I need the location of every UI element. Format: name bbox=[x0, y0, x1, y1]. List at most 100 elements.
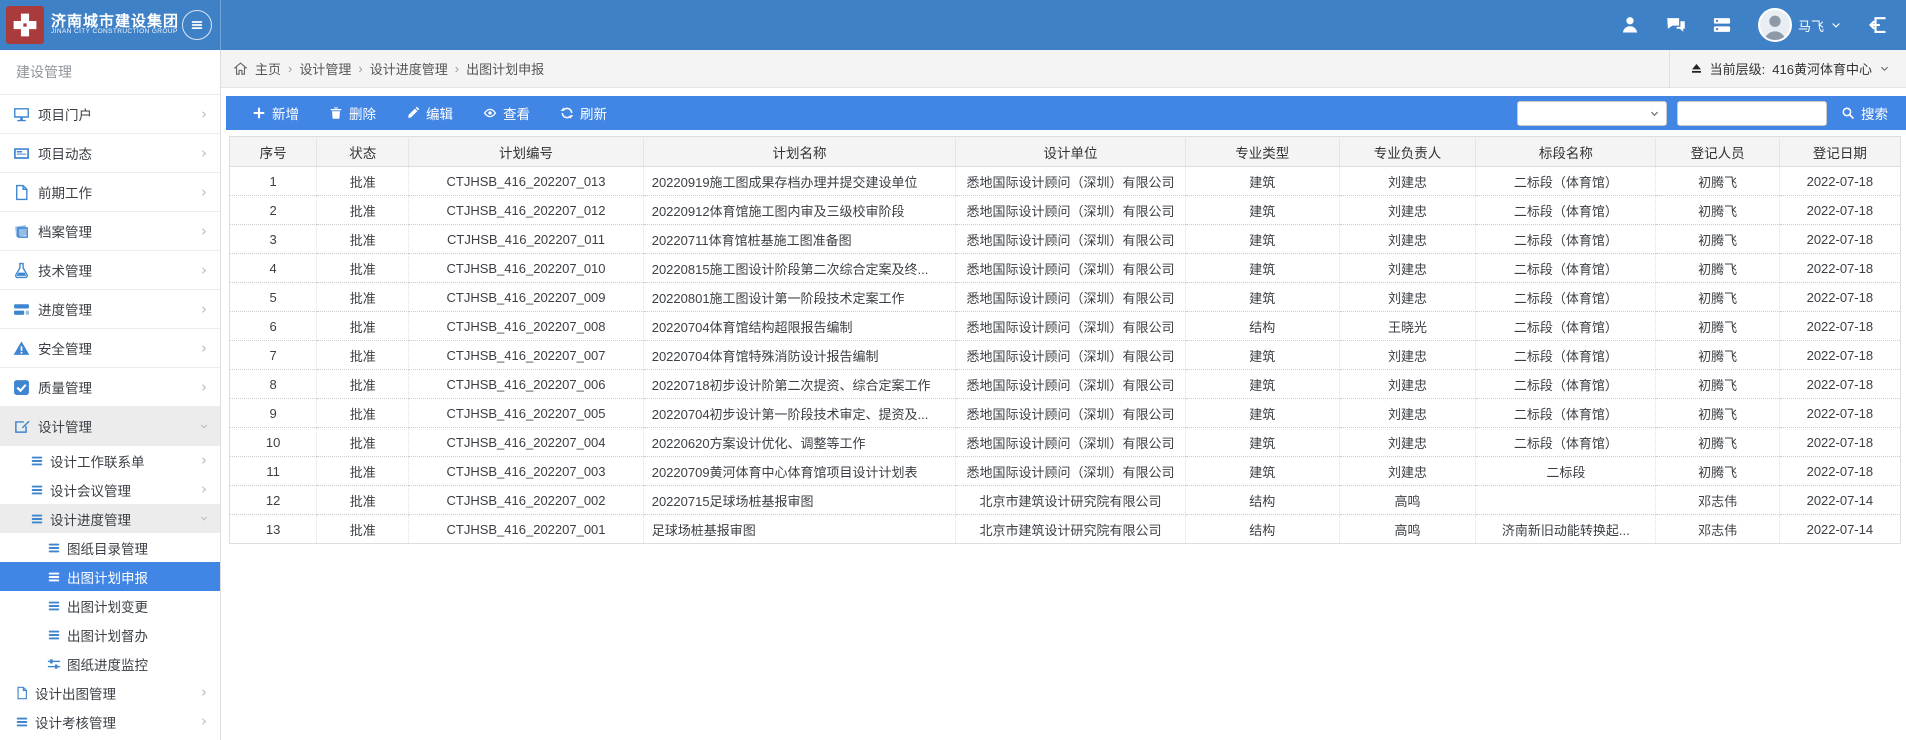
table-cell: 高鸣 bbox=[1339, 515, 1475, 544]
table-row[interactable]: 11批准CTJHSB_416_202207_00320220709黄河体育中心体… bbox=[230, 457, 1901, 486]
sidebar-item-drawing-plan-change[interactable]: 出图计划变更 bbox=[0, 591, 220, 620]
sidebar: 建设管理 项目门户›项目动态›前期工作›档案管理›技术管理›进度管理›安全管理›… bbox=[0, 50, 221, 740]
sidebar-item-drawing-catalog-mgmt[interactable]: 图纸目录管理 bbox=[0, 533, 220, 562]
user-icon[interactable] bbox=[1620, 15, 1640, 35]
sidebar-item-label: 图纸目录管理 bbox=[67, 538, 148, 558]
sidebar-item-progress-mgmt[interactable]: 进度管理› bbox=[0, 290, 220, 329]
table-cell: 2022-07-18 bbox=[1779, 370, 1900, 399]
table-cell: 20220801施工图设计第一阶段技术定案工作 bbox=[643, 283, 956, 312]
lines-icon bbox=[47, 599, 61, 613]
table-cell: 二标段（体育馆） bbox=[1476, 399, 1656, 428]
current-level-value: 416黄河体育中心 bbox=[1772, 59, 1872, 78]
logout-icon[interactable] bbox=[1868, 15, 1888, 35]
toolbar: 新增删除编辑查看刷新 搜索 bbox=[226, 96, 1906, 130]
table-cell: 邓志伟 bbox=[1656, 486, 1779, 515]
table-cell: 悉地国际设计顾问（深圳）有限公司 bbox=[956, 370, 1185, 399]
sidebar-item-label: 图纸进度监控 bbox=[67, 654, 148, 674]
table-row[interactable]: 7批准CTJHSB_416_202207_00720220704体育馆特殊消防设… bbox=[230, 341, 1901, 370]
table-cell: 二标段（体育馆） bbox=[1476, 370, 1656, 399]
chevron-right-icon: › bbox=[201, 482, 207, 497]
breadcrumb-item[interactable]: 设计管理 bbox=[299, 59, 351, 78]
sidebar-item-drawing-plan-supervise[interactable]: 出图计划督办 bbox=[0, 620, 220, 649]
table-cell: 批准 bbox=[317, 399, 409, 428]
sidebar-item-label: 出图计划变更 bbox=[67, 596, 148, 616]
table-row[interactable]: 3批准CTJHSB_416_202207_01120220711体育馆桩基施工图… bbox=[230, 225, 1901, 254]
table-cell: 二标段 bbox=[1476, 457, 1656, 486]
sidebar-item-technology-mgmt[interactable]: 技术管理› bbox=[0, 251, 220, 290]
refresh-button[interactable]: 刷新 bbox=[550, 97, 617, 129]
column-header: 计划编号 bbox=[409, 137, 643, 167]
table-row[interactable]: 5批准CTJHSB_416_202207_00920220801施工图设计第一阶… bbox=[230, 283, 1901, 312]
lines-icon bbox=[30, 483, 44, 497]
table-cell: 建筑 bbox=[1185, 341, 1339, 370]
table-cell: 刘建忠 bbox=[1339, 457, 1475, 486]
sidebar-item-drawing-progress-monitor[interactable]: 图纸进度监控 bbox=[0, 649, 220, 678]
table-cell: CTJHSB_416_202207_008 bbox=[409, 312, 643, 341]
user-menu[interactable]: 马飞 bbox=[1758, 8, 1842, 42]
table-cell: CTJHSB_416_202207_007 bbox=[409, 341, 643, 370]
sidebar-item-safety-mgmt[interactable]: 安全管理› bbox=[0, 329, 220, 368]
sidebar-menu: 项目门户›项目动态›前期工作›档案管理›技术管理›进度管理›安全管理›质量管理›… bbox=[0, 95, 220, 736]
add-button[interactable]: 新增 bbox=[242, 97, 309, 129]
sidebar-item-design-contact-sheet[interactable]: 设计工作联系单› bbox=[0, 446, 220, 475]
table-cell: 批准 bbox=[317, 283, 409, 312]
search-button[interactable]: 搜索 bbox=[1837, 97, 1892, 129]
table-cell: 批准 bbox=[317, 457, 409, 486]
sidebar-item-design-output-mgmt[interactable]: 设计出图管理› bbox=[0, 678, 220, 707]
sidebar-item-label: 设计出图管理 bbox=[35, 683, 116, 703]
edit-button[interactable]: 编辑 bbox=[396, 97, 463, 129]
table-cell: 王晓光 bbox=[1339, 312, 1475, 341]
chevron-down-icon: › bbox=[197, 423, 212, 429]
sidebar-item-project-news[interactable]: 项目动态› bbox=[0, 134, 220, 173]
username[interactable]: 马飞 bbox=[1798, 16, 1824, 35]
avatar[interactable] bbox=[1758, 8, 1792, 42]
table-cell: 初腾飞 bbox=[1656, 428, 1779, 457]
apps-icon[interactable] bbox=[1712, 15, 1732, 35]
sidebar-item-preliminary-work[interactable]: 前期工作› bbox=[0, 173, 220, 212]
table-row[interactable]: 12批准CTJHSB_416_202207_00220220715足球场桩基报审… bbox=[230, 486, 1901, 515]
breadcrumb-item[interactable]: 主页 bbox=[255, 59, 281, 78]
table-cell: 初腾飞 bbox=[1656, 254, 1779, 283]
sidebar-item-archives-mgmt[interactable]: 档案管理› bbox=[0, 212, 220, 251]
sidebar-item-design-meeting-mgmt[interactable]: 设计会议管理 › bbox=[0, 475, 220, 504]
table-cell: 2 bbox=[230, 196, 317, 225]
table-row[interactable]: 10批准CTJHSB_416_202207_00420220620方案设计优化、… bbox=[230, 428, 1901, 457]
sidebar-item-design-progress-mgmt[interactable]: 设计进度管理› bbox=[0, 504, 220, 533]
table-cell: 批准 bbox=[317, 254, 409, 283]
message-icon[interactable] bbox=[1666, 15, 1686, 35]
table-row[interactable]: 2批准CTJHSB_416_202207_01220220912体育馆施工图内审… bbox=[230, 196, 1901, 225]
table-cell: 20220709黄河体育中心体育馆项目设计计划表 bbox=[643, 457, 956, 486]
table-cell: 2022-07-18 bbox=[1779, 399, 1900, 428]
table-cell: 批准 bbox=[317, 341, 409, 370]
table-row[interactable]: 8批准CTJHSB_416_202207_00620220718初步设计阶第二次… bbox=[230, 370, 1901, 399]
delete-button[interactable]: 删除 bbox=[319, 97, 386, 129]
table-cell: 7 bbox=[230, 341, 317, 370]
table-cell: 悉地国际设计顾问（深圳）有限公司 bbox=[956, 196, 1185, 225]
table-cell: 5 bbox=[230, 283, 317, 312]
table-row[interactable]: 6批准CTJHSB_416_202207_00820220704体育馆结构超限报… bbox=[230, 312, 1901, 341]
menu-toggle-button[interactable] bbox=[182, 10, 212, 40]
table-cell: 建筑 bbox=[1185, 254, 1339, 283]
sidebar-item-design-mgmt[interactable]: 设计管理› bbox=[0, 407, 220, 446]
sidebar-item-project-portal[interactable]: 项目门户› bbox=[0, 95, 220, 134]
table-cell: CTJHSB_416_202207_012 bbox=[409, 196, 643, 225]
sidebar-item-label: 设计会议管理 bbox=[50, 480, 131, 500]
table-row[interactable]: 1批准CTJHSB_416_202207_01320220919施工图成果存档办… bbox=[230, 167, 1901, 196]
sidebar-item-drawing-plan-report[interactable]: 出图计划申报 bbox=[0, 562, 220, 591]
table-cell: 初腾飞 bbox=[1656, 196, 1779, 225]
sidebar-item-quality-mgmt[interactable]: 质量管理› bbox=[0, 368, 220, 407]
breadcrumb-item[interactable]: 设计进度管理 bbox=[370, 59, 448, 78]
filter-select[interactable] bbox=[1517, 101, 1667, 126]
table-cell: 二标段（体育馆） bbox=[1476, 428, 1656, 457]
column-header: 登记人员 bbox=[1656, 137, 1779, 167]
table-row[interactable]: 13批准CTJHSB_416_202207_001足球场桩基报审图北京市建筑设计… bbox=[230, 515, 1901, 544]
toolbar-search-area: 搜索 bbox=[1517, 97, 1906, 129]
sliders-icon bbox=[47, 657, 61, 671]
sidebar-item-design-assessment-mgmt[interactable]: 设计考核管理› bbox=[0, 707, 220, 736]
search-input[interactable] bbox=[1677, 101, 1827, 126]
view-button[interactable]: 查看 bbox=[473, 97, 540, 129]
current-level-selector[interactable]: 当前层级: 416黄河体育中心 bbox=[1669, 50, 1906, 88]
table-row[interactable]: 9批准CTJHSB_416_202207_00520220704初步设计第一阶段… bbox=[230, 399, 1901, 428]
table-row[interactable]: 4批准CTJHSB_416_202207_01020220815施工图设计阶段第… bbox=[230, 254, 1901, 283]
table-cell: CTJHSB_416_202207_009 bbox=[409, 283, 643, 312]
